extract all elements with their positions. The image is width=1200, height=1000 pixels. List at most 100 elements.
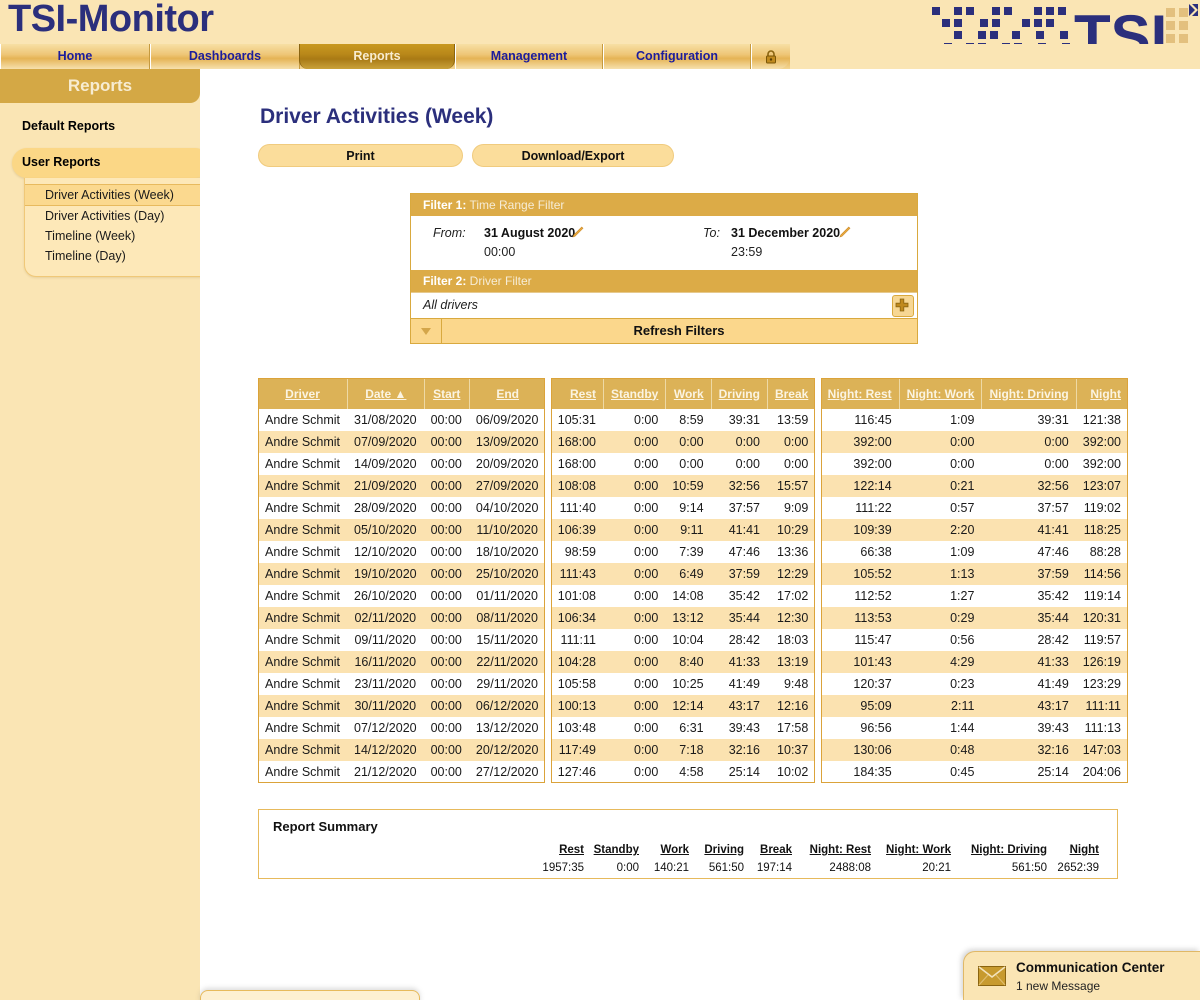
- nav-item-management[interactable]: Management: [455, 44, 603, 69]
- table-row[interactable]: Andre Schmit 12/10/2020 00:00 18/10/2020 98:…: [258, 541, 1128, 563]
- nav-item-reports[interactable]: Reports: [299, 44, 455, 69]
- cell-end: 06/09/2020: [468, 409, 546, 431]
- pencil-icon-to[interactable]: [839, 226, 851, 238]
- summary-header-6[interactable]: Night: Work: [886, 844, 951, 856]
- cell-night_work: 1:27: [898, 585, 982, 607]
- cell-rest: 127:46: [550, 761, 603, 783]
- cell-end: 11/10/2020: [468, 519, 546, 541]
- table-row[interactable]: Andre Schmit 14/12/2020 00:00 20/12/2020 117…: [258, 739, 1128, 761]
- table-row[interactable]: Andre Schmit 05/10/2020 00:00 11/10/2020 106…: [258, 519, 1128, 541]
- sidebar-group-default-reports[interactable]: Default Reports: [22, 119, 115, 133]
- nav-filler: [790, 44, 1200, 69]
- cell-rest: 105:31: [550, 409, 603, 431]
- cell-rest: 168:00: [550, 431, 603, 453]
- app-root: TSI-Monitor TSI Home Dashboards Reports …: [0, 0, 1200, 1000]
- cell-date: 05/10/2020: [347, 519, 424, 541]
- summary-header-7[interactable]: Night: Driving: [971, 844, 1047, 856]
- cell-work: 10:25: [665, 673, 711, 695]
- column-header-night[interactable]: Night: [1075, 378, 1128, 409]
- cell-rest: 168:00: [550, 453, 603, 475]
- column-header-date[interactable]: Date ▲: [347, 378, 424, 409]
- cell-driving: 25:14: [710, 761, 767, 783]
- cell-date: 28/09/2020: [347, 497, 424, 519]
- summary-header-4[interactable]: Break: [760, 844, 792, 856]
- sidebar-user-reports-list: Driver Activities (Week) Driver Activiti…: [24, 178, 212, 277]
- table-row[interactable]: Andre Schmit 16/11/2020 00:00 22/11/2020 104…: [258, 651, 1128, 673]
- cell-night_work: 2:20: [898, 519, 982, 541]
- sidebar-item-timeline-day[interactable]: Timeline (Day): [25, 246, 211, 266]
- nav-item-configuration[interactable]: Configuration: [603, 44, 751, 69]
- summary-header-2[interactable]: Work: [660, 844, 689, 856]
- column-header-driving[interactable]: Driving: [710, 378, 767, 409]
- filter1-name: Time Range Filter: [466, 198, 565, 212]
- nav-item-dashboards[interactable]: Dashboards: [150, 44, 300, 69]
- column-header-night_rest[interactable]: Night: Rest: [820, 378, 899, 409]
- table-header-row: Driver Date ▲ Start End Rest Standby Work Drivi…: [258, 378, 1128, 409]
- cell-date: 30/11/2020: [347, 695, 424, 717]
- add-driver-button[interactable]: [892, 295, 914, 317]
- column-header-standby[interactable]: Standby: [603, 378, 666, 409]
- cell-start: 00:00: [423, 585, 469, 607]
- sidebar-item-driver-activities-week[interactable]: Driver Activities (Week): [25, 184, 211, 206]
- sidebar-item-driver-activities-day[interactable]: Driver Activities (Day): [25, 206, 211, 226]
- cell-driving: 32:56: [710, 475, 767, 497]
- table-row[interactable]: Andre Schmit 07/09/2020 00:00 13/09/2020 168…: [258, 431, 1128, 453]
- table-row[interactable]: Andre Schmit 19/10/2020 00:00 25/10/2020 111…: [258, 563, 1128, 585]
- cell-work: 6:49: [665, 563, 711, 585]
- summary-header-0[interactable]: Rest: [559, 844, 584, 856]
- print-button[interactable]: Print: [258, 144, 463, 167]
- cell-start: 00:00: [423, 563, 469, 585]
- column-header-rest[interactable]: Rest: [550, 378, 603, 409]
- driver-filter-row[interactable]: All drivers: [411, 292, 917, 318]
- table-row[interactable]: Andre Schmit 31/08/2020 00:00 06/09/2020 105…: [258, 409, 1128, 431]
- nav-lock-button[interactable]: [751, 44, 790, 69]
- cell-night: 114:56: [1075, 563, 1128, 585]
- download-export-button[interactable]: Download/Export: [472, 144, 674, 167]
- nav-item-home[interactable]: Home: [0, 44, 150, 69]
- cell-standby: 0:00: [603, 475, 666, 497]
- column-header-start[interactable]: Start: [423, 378, 469, 409]
- column-header-break[interactable]: Break: [766, 378, 816, 409]
- table-row[interactable]: Andre Schmit 30/11/2020 00:00 06/12/2020 100…: [258, 695, 1128, 717]
- bottom-partial-panel[interactable]: [200, 990, 420, 1000]
- summary-header-3[interactable]: Driving: [704, 844, 744, 856]
- column-header-end[interactable]: End: [468, 378, 546, 409]
- cell-break: 15:57: [766, 475, 816, 497]
- cell-night: 119:14: [1075, 585, 1128, 607]
- table-row[interactable]: Andre Schmit 28/09/2020 00:00 04/10/2020 111…: [258, 497, 1128, 519]
- table-row[interactable]: Andre Schmit 26/10/2020 00:00 01/11/2020 101…: [258, 585, 1128, 607]
- column-header-night_driving[interactable]: Night: Driving: [981, 378, 1076, 409]
- sidebar-item-timeline-week[interactable]: Timeline (Week): [25, 226, 211, 246]
- from-date-value[interactable]: 31 August 2020: [484, 226, 575, 240]
- to-date-value[interactable]: 31 December 2020: [731, 226, 840, 240]
- table-row[interactable]: Andre Schmit 09/11/2020 00:00 15/11/2020 111…: [258, 629, 1128, 651]
- table-row[interactable]: Andre Schmit 07/12/2020 00:00 13/12/2020 103…: [258, 717, 1128, 739]
- column-header-driver[interactable]: Driver: [258, 378, 348, 409]
- communication-center[interactable]: Communication Center 1 new Message: [963, 951, 1200, 1000]
- cell-driver: Andre Schmit: [258, 475, 348, 497]
- table-row[interactable]: Andre Schmit 14/09/2020 00:00 20/09/2020 168…: [258, 453, 1128, 475]
- summary-header-1[interactable]: Standby: [594, 844, 639, 856]
- table-row[interactable]: Andre Schmit 21/09/2020 00:00 27/09/2020 108…: [258, 475, 1128, 497]
- cell-night_rest: 113:53: [820, 607, 899, 629]
- cell-break: 13:19: [766, 651, 816, 673]
- table-row[interactable]: Andre Schmit 21/12/2020 00:00 27/12/2020 127…: [258, 761, 1128, 783]
- cell-date: 21/09/2020: [347, 475, 424, 497]
- table-row[interactable]: Andre Schmit 02/11/2020 00:00 08/11/2020 106…: [258, 607, 1128, 629]
- cell-date: 09/11/2020: [347, 629, 424, 651]
- summary-header-8[interactable]: Night: [1070, 844, 1099, 856]
- cell-rest: 105:58: [550, 673, 603, 695]
- column-header-night_work[interactable]: Night: Work: [898, 378, 982, 409]
- cell-night_rest: 130:06: [820, 739, 899, 761]
- cell-driving: 41:33: [710, 651, 767, 673]
- pencil-icon-from[interactable]: [572, 226, 584, 238]
- sidebar-group-user-reports[interactable]: User Reports: [12, 148, 210, 178]
- column-header-work[interactable]: Work: [665, 378, 711, 409]
- collapse-filters-button[interactable]: [411, 319, 442, 343]
- refresh-filters-button[interactable]: Refresh Filters: [441, 319, 917, 343]
- table-row[interactable]: Andre Schmit 23/11/2020 00:00 29/11/2020 105…: [258, 673, 1128, 695]
- cell-standby: 0:00: [603, 563, 666, 585]
- cell-night: 119:02: [1075, 497, 1128, 519]
- summary-header-5[interactable]: Night: Rest: [810, 844, 871, 856]
- cell-night_work: 0:29: [898, 607, 982, 629]
